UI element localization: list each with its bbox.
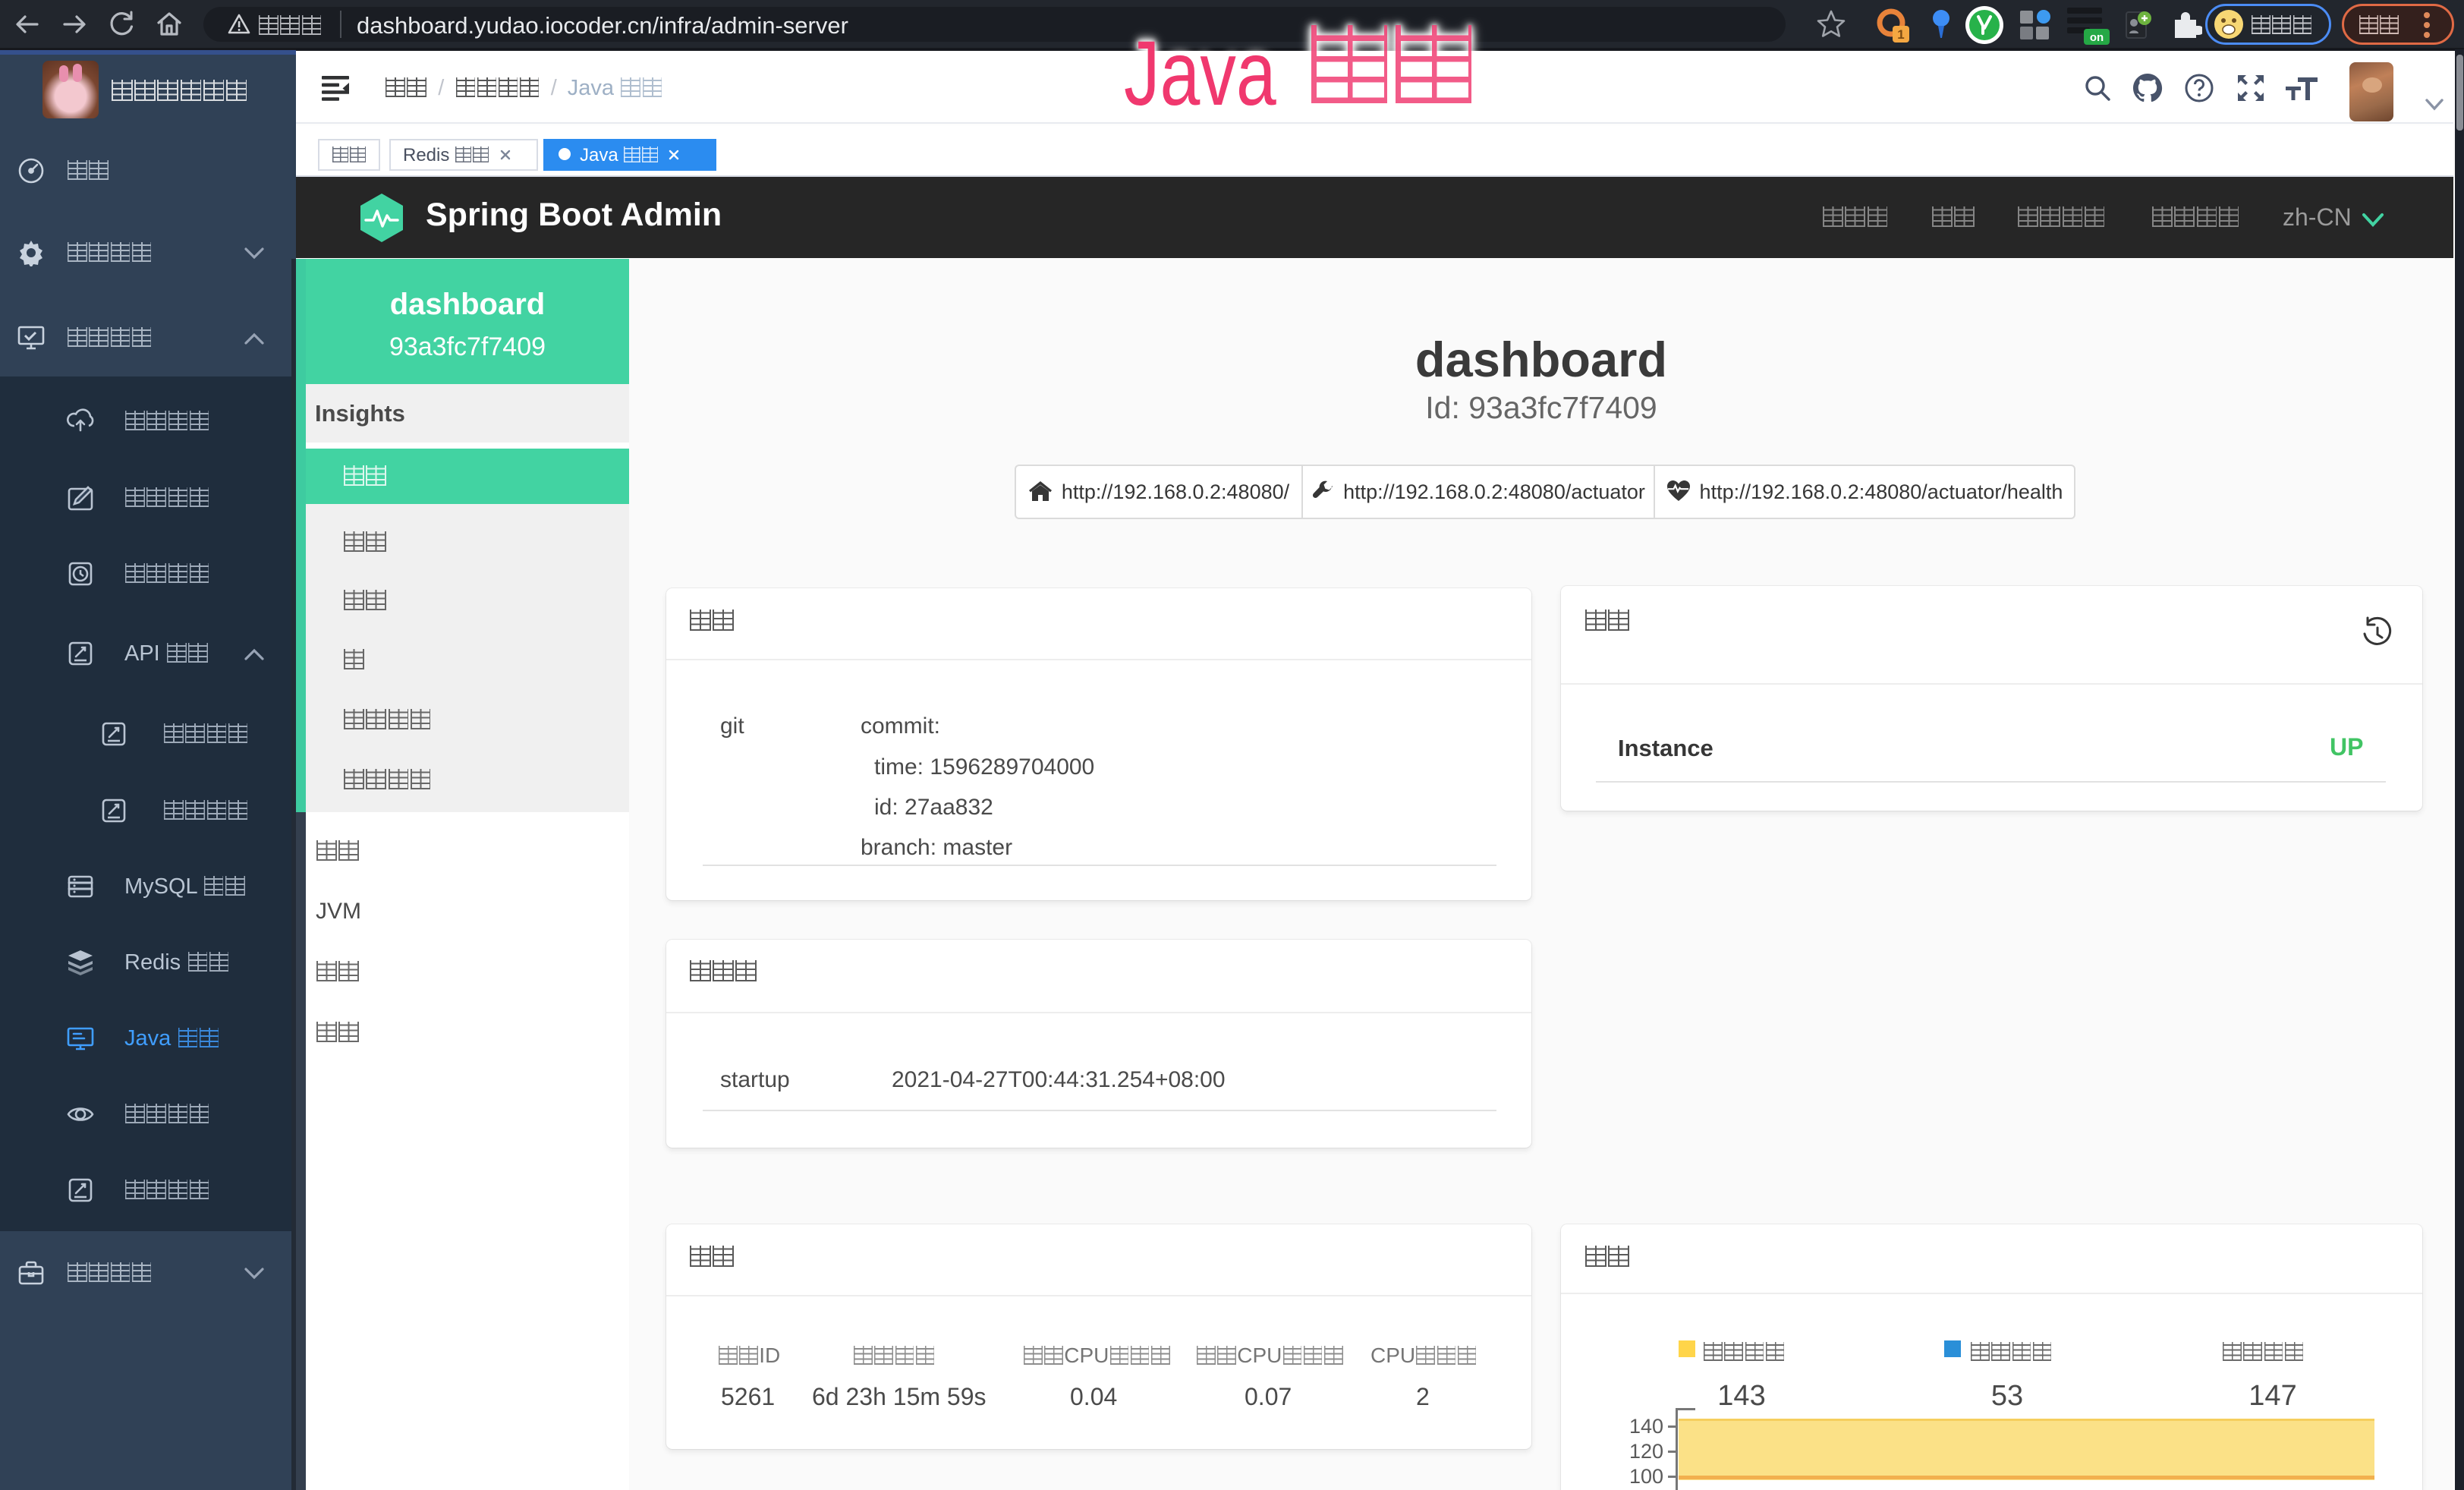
svg-text:on: on <box>2090 31 2104 44</box>
svg-text:1: 1 <box>1897 27 1904 42</box>
